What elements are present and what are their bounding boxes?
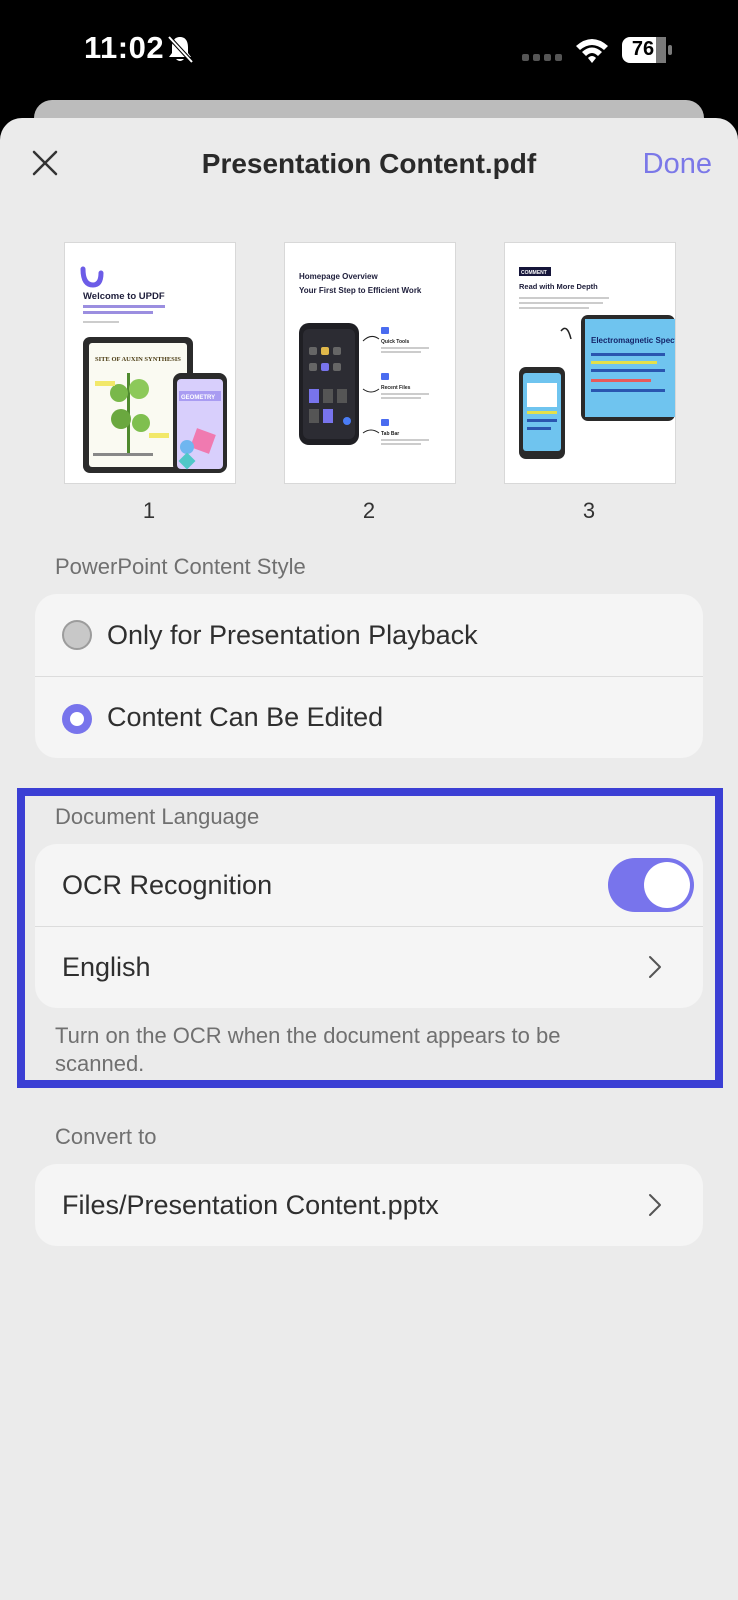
thumb-2-feature-3: Tab Bar (381, 431, 399, 437)
page-title: Presentation Content.pdf (201, 148, 537, 179)
thumb-1-inner-tag: GEOMETRY (181, 395, 215, 401)
done-button[interactable]: Done (620, 148, 712, 181)
highlight-box (17, 788, 723, 1088)
option-presentation-playback-label[interactable]: Only for Presentation Playback (107, 620, 478, 651)
page-thumbnail-3[interactable]: COMMENT Read with More Depth Electromagn… (504, 242, 676, 484)
thumb-1-heading: Welcome to UPDF (83, 291, 165, 302)
radio-presentation-playback[interactable] (62, 620, 92, 650)
option-content-editable-label[interactable]: Content Can Be Edited (107, 702, 383, 733)
thumb-2-feature-1: Quick Tools (381, 339, 409, 345)
page-number-3: 3 (582, 498, 596, 523)
thumb-3-inner-heading: Electromagnetic Spectrum (591, 336, 675, 345)
content-style-label: PowerPoint Content Style (55, 554, 306, 579)
thumb-3-tag: COMMENT (521, 270, 547, 276)
close-icon[interactable] (30, 148, 60, 178)
convert-to-label: Convert to (55, 1124, 157, 1149)
status-time: 11:02 (84, 30, 165, 65)
page-preview-image: Welcome to UPDF SITE OF AUXIN SYNTHESIS … (65, 243, 235, 483)
thumb-1-inner-heading: SITE OF AUXIN SYNTHESIS (95, 356, 181, 363)
page-thumbnail-2[interactable]: Homepage Overview Your First Step to Eff… (284, 242, 456, 484)
page-preview-image: Homepage Overview Your First Step to Eff… (285, 243, 455, 483)
cellular-signal-icon (522, 54, 562, 61)
status-bar: 11:02 76 (0, 0, 738, 100)
output-path[interactable]: Files/Presentation Content.pptx (62, 1190, 439, 1221)
page-preview-image: COMMENT Read with More Depth Electromagn… (505, 243, 675, 483)
thumb-3-heading: Read with More Depth (519, 282, 598, 291)
thumb-2-subtitle: Your First Step to Efficient Work (299, 286, 422, 295)
chevron-right-icon[interactable] (646, 1192, 664, 1218)
page-number-1: 1 (142, 498, 156, 523)
thumb-2-feature-2: Recent Files (381, 385, 411, 391)
radio-content-editable[interactable] (62, 704, 92, 734)
page-number-2: 2 (362, 498, 376, 523)
page-thumbnail-1[interactable]: Welcome to UPDF SITE OF AUXIN SYNTHESIS … (64, 242, 236, 484)
wifi-icon (576, 39, 608, 63)
battery-level: 76 (631, 38, 655, 60)
bell-slash-icon (167, 35, 194, 64)
divider (35, 676, 703, 677)
thumb-2-heading: Homepage Overview (299, 272, 378, 281)
